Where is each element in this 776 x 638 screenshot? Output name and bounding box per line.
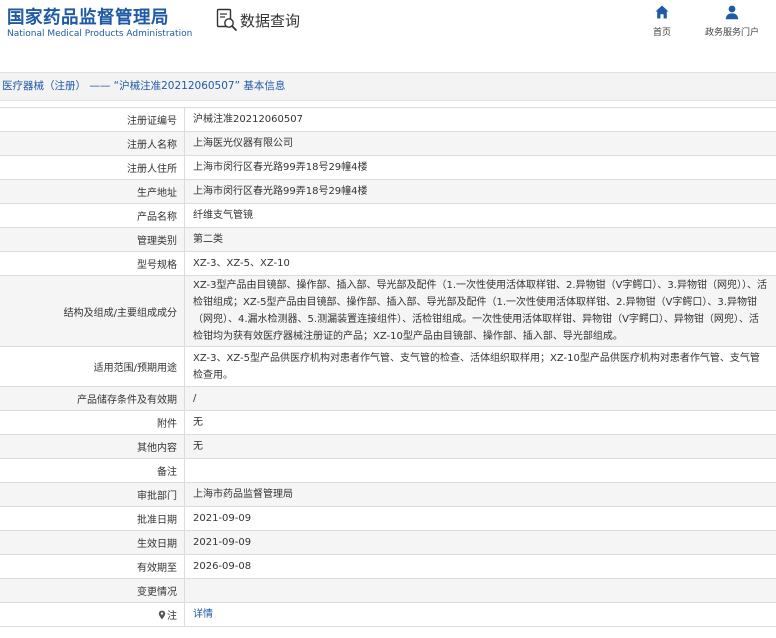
table-row: 变更情况 <box>0 579 776 603</box>
field-label: 注 <box>167 611 177 622</box>
note-label-cell: 注 <box>0 603 185 626</box>
breadcrumb: 医疗器械（注册） —— “沪械注准20212060507” 基本信息 <box>0 72 776 101</box>
table-row: 生效日期 2021-09-09 <box>0 531 776 555</box>
breadcrumb-text: 医疗器械（注册） —— “沪械注准20212060507” 基本信息 <box>2 80 286 92</box>
agency-name-cn[interactable]: 国家药品监督管理局 <box>7 4 169 29</box>
field-label: 注册人住所 <box>0 156 185 179</box>
field-label: 变更情况 <box>0 579 185 602</box>
field-label: 适用范围/预期用途 <box>0 347 185 386</box>
field-value: 无 <box>185 435 776 458</box>
field-value: 2026-09-08 <box>193 561 252 572</box>
field-label: 其他内容 <box>0 435 185 458</box>
field-label: 有效期至 <box>0 555 185 578</box>
field-value: XZ-3、XZ-5型产品供医疗机构对患者作气管、支气管的检查、活体组织取样用；X… <box>193 352 760 381</box>
table-row: 注册证编号 沪械注准20212060507 <box>0 108 776 132</box>
nav-home-label[interactable]: 首页 <box>653 25 671 38</box>
field-label: 注册证编号 <box>0 108 185 131</box>
table-row: 生产地址 上海市闵行区春光路99弄18号29幢4楼 <box>0 180 776 204</box>
details-link[interactable]: 详情 <box>193 606 213 623</box>
field-value: 2021-09-09 <box>185 531 776 554</box>
table-row: 注 详情 <box>0 603 776 627</box>
field-value: 无 <box>193 417 203 428</box>
table-row: 管理类别 第二类 <box>0 228 776 252</box>
table-row: 附件 无 <box>0 411 776 435</box>
table-row: 型号规格 XZ-3、XZ-5、XZ-10 <box>0 252 776 276</box>
section-title: 数据查询 <box>240 11 301 30</box>
document-search-icon <box>216 8 237 31</box>
table-row: 结构及组成/主要组成成分 XZ-3型产品由目镜部、操作部、插入部、导光部及配件（… <box>0 276 776 347</box>
field-value: 沪械注准20212060507 <box>193 114 303 125</box>
field-value: XZ-3、XZ-5、XZ-10 <box>193 258 290 269</box>
field-label: 型号规格 <box>0 252 185 275</box>
nav-gov-label[interactable]: 政务服务门户 <box>705 25 759 38</box>
field-label: 审批部门 <box>0 483 185 506</box>
nav-gov-service-portal[interactable]: 政务服务门户 <box>700 4 764 38</box>
field-label: 批准日期 <box>0 507 185 530</box>
note-value-cell: 详情 <box>185 603 776 626</box>
field-value <box>185 459 776 482</box>
field-value <box>185 579 776 602</box>
field-label: 结构及组成/主要组成成分 <box>0 276 185 346</box>
table-row: 审批部门 上海市药品监督管理局 <box>0 483 776 507</box>
field-value: 2021-09-09 <box>193 513 252 524</box>
field-label: 备注 <box>0 459 185 482</box>
table-row: 注册人名称 上海医光仪器有限公司 <box>0 132 776 156</box>
data-query-section: 数据查询 <box>216 8 300 32</box>
table-row: 产品储存条件及有效期 / <box>0 387 776 411</box>
field-value: / <box>185 387 776 410</box>
field-label: 管理类别 <box>0 228 185 251</box>
table-row: 注册人住所 上海市闵行区春光路99弄18号29幢4楼 <box>0 156 776 180</box>
field-value: 第二类 <box>185 228 776 251</box>
site-header: 国家药品监督管理局 National Medical Products Admi… <box>0 0 776 54</box>
field-value: 上海市闵行区春光路99弄18号29幢4楼 <box>193 162 368 173</box>
home-icon <box>655 5 669 19</box>
agency-name-en[interactable]: National Medical Products Administration <box>7 29 192 39</box>
table-row: 批准日期 2021-09-09 <box>0 507 776 531</box>
field-value: 上海医光仪器有限公司 <box>185 132 776 155</box>
field-value: 纤维支气管镜 <box>193 210 253 221</box>
table-row: 备注 <box>0 459 776 483</box>
detail-table: 注册证编号 沪械注准20212060507 注册人名称 上海医光仪器有限公司 注… <box>0 107 776 627</box>
field-label: 产品名称 <box>0 204 185 227</box>
field-label: 生效日期 <box>0 531 185 554</box>
table-row: 有效期至 2026-09-08 <box>0 555 776 579</box>
field-label: 注册人名称 <box>0 132 185 155</box>
user-icon <box>725 5 739 20</box>
location-pin-icon <box>158 610 166 619</box>
field-label: 产品储存条件及有效期 <box>0 387 185 410</box>
table-row: 适用范围/预期用途 XZ-3、XZ-5型产品供医疗机构对患者作气管、支气管的检查… <box>0 347 776 387</box>
field-value: 上海市药品监督管理局 <box>185 483 776 506</box>
field-label: 附件 <box>0 411 185 434</box>
field-value: 上海市闵行区春光路99弄18号29幢4楼 <box>185 180 776 203</box>
table-row: 产品名称 纤维支气管镜 <box>0 204 776 228</box>
field-label: 生产地址 <box>0 180 185 203</box>
field-value: XZ-3型产品由目镜部、操作部、插入部、导光部及配件（1.一次性使用活体取样钳、… <box>185 276 776 346</box>
table-row: 其他内容 无 <box>0 435 776 459</box>
nav-home[interactable]: 首页 <box>648 4 676 38</box>
